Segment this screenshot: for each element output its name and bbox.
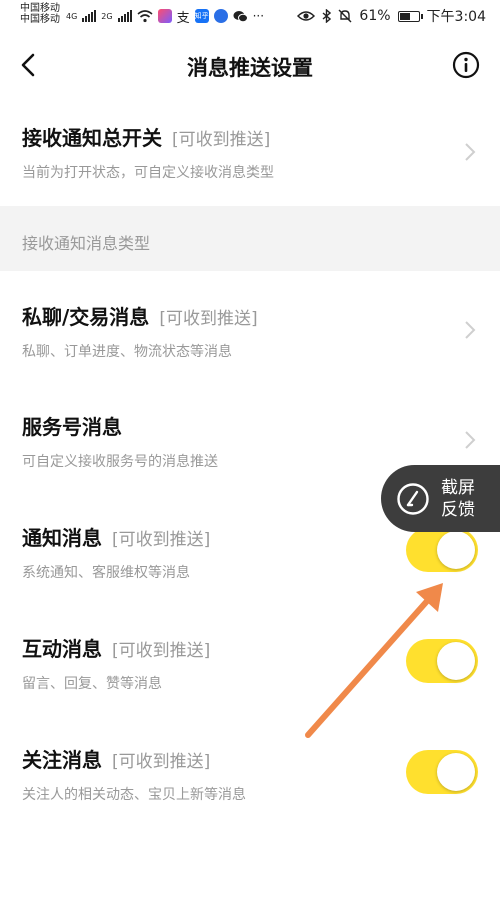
- carrier-2: 中国移动: [20, 14, 60, 25]
- screenshot-feedback-button[interactable]: 截屏 反馈: [381, 465, 500, 532]
- row-subtitle: 关注人的相关动态、宝贝上新等消息: [22, 787, 246, 803]
- list-item-interaction: 互动消息 [可收到推送] 留言、回复、赞等消息: [0, 602, 500, 713]
- battery-icon: [397, 10, 423, 22]
- list-item-follow: 关注消息 [可收到推送] 关注人的相关动态、宝贝上新等消息: [0, 713, 500, 824]
- carrier-1: 中国移动: [20, 3, 60, 14]
- network-4g-label: 4G: [66, 11, 78, 21]
- push-tag: [可收到推送]: [159, 309, 258, 329]
- battery-percent: 61%: [359, 8, 391, 24]
- toggle-knob: [437, 531, 475, 569]
- info-icon[interactable]: [452, 51, 480, 79]
- row-subtitle: 留言、回复、赞等消息: [22, 676, 162, 692]
- toggle-knob: [437, 642, 475, 680]
- chevron-right-icon: [465, 431, 476, 449]
- alipay-icon: 支: [176, 10, 190, 26]
- row-title: 关注消息 [可收到推送]: [22, 744, 210, 773]
- row-subtitle: 系统通知、客服维权等消息: [22, 565, 190, 581]
- item-title: 通知消息: [22, 526, 102, 550]
- item-title: 私聊/交易消息: [22, 305, 150, 329]
- page-title: 消息推送设置: [187, 56, 313, 80]
- status-bar: 中国移动 中国移动 4G 2G 支 知乎 ··· 61% 下午3:04: [0, 0, 500, 36]
- row-subtitle: 私聊、订单进度、物流状态等消息: [22, 344, 232, 360]
- row-title: 服务号消息: [22, 411, 132, 440]
- master-title: 接收通知总开关: [22, 126, 162, 150]
- feedback-label-line1: 截屏: [441, 478, 475, 498]
- row-subtitle: 当前为打开状态，可自定义接收消息类型: [22, 165, 274, 181]
- edit-circle-icon: [397, 483, 429, 515]
- carrier-labels: 中国移动 中国移动: [20, 3, 60, 25]
- battery-fill: [399, 12, 410, 20]
- item-title: 服务号消息: [22, 415, 122, 439]
- section-header-label: 接收通知消息类型: [22, 234, 151, 253]
- chevron-right-icon: [465, 321, 476, 339]
- bluetooth-icon: [322, 9, 332, 23]
- network-2g-label: 2G: [101, 11, 113, 21]
- row-title: 互动消息 [可收到推送]: [22, 633, 210, 662]
- clock: 下午3:04: [426, 9, 486, 25]
- toggle-knob: [437, 753, 475, 791]
- nav-bar: 消息推送设置: [0, 36, 500, 98]
- mute-bell-icon: [338, 9, 352, 23]
- eye-icon: [297, 11, 316, 21]
- push-tag: [可收到推送]: [112, 752, 211, 772]
- list-item-private-trade[interactable]: 私聊/交易消息 [可收到推送] 私聊、订单进度、物流状态等消息: [0, 271, 500, 381]
- zhihu-icon: 知乎: [194, 9, 209, 23]
- push-tag: [可收到推送]: [172, 130, 271, 150]
- signal-icon: [82, 10, 97, 22]
- status-right: 61% 下午3:04: [297, 8, 486, 25]
- item-title: 关注消息: [22, 748, 102, 772]
- wechat-icon: [233, 10, 248, 22]
- follow-toggle[interactable]: [406, 750, 478, 794]
- row-title: 通知消息 [可收到推送]: [22, 522, 210, 551]
- music-icon: [213, 9, 228, 23]
- row-title: 接收通知总开关 [可收到推送]: [22, 122, 270, 151]
- item-title: 互动消息: [22, 637, 102, 661]
- signal-icon-2: [117, 10, 132, 22]
- section-header: 接收通知消息类型: [0, 206, 500, 271]
- wifi-icon: [137, 10, 153, 23]
- notification-toggle[interactable]: [406, 528, 478, 572]
- push-tag: [可收到推送]: [112, 530, 211, 550]
- row-subtitle: 可自定义接收服务号的消息推送: [22, 454, 218, 470]
- more-indicator: ···: [252, 9, 265, 23]
- push-tag: [可收到推送]: [112, 641, 211, 661]
- feedback-label-line2: 反馈: [441, 500, 475, 520]
- kuaishou-icon: [157, 9, 172, 23]
- row-title: 私聊/交易消息 [可收到推送]: [22, 301, 258, 330]
- master-switch-row[interactable]: 接收通知总开关 [可收到推送] 当前为打开状态，可自定义接收消息类型: [0, 98, 500, 206]
- interaction-toggle[interactable]: [406, 639, 478, 683]
- feedback-label: 截屏 反馈: [441, 477, 475, 521]
- status-left-icons: 4G 2G 支 知乎 ···: [66, 8, 265, 26]
- chevron-right-icon: [465, 143, 476, 161]
